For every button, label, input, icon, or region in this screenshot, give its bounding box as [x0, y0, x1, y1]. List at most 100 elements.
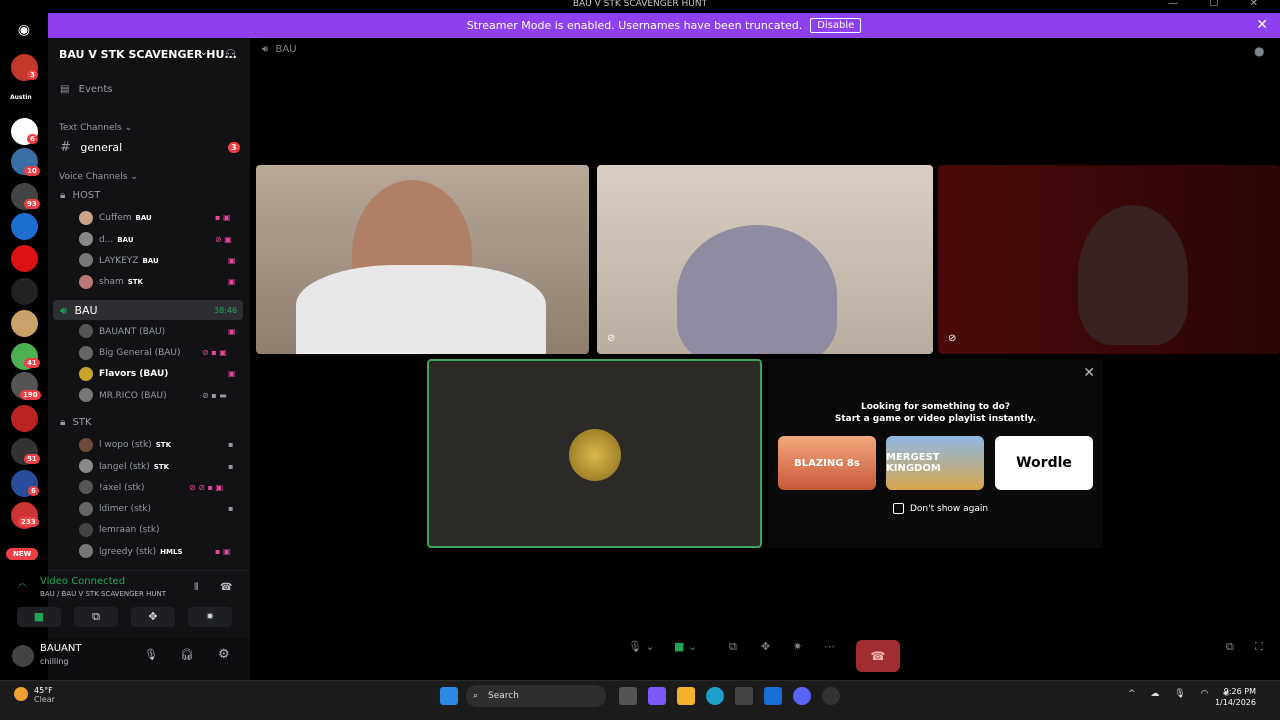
call-header: 🔊︎ BAU [262, 44, 297, 55]
voice-member[interactable]: Flavors (BAU) [99, 369, 168, 379]
video-tile[interactable] [256, 165, 589, 354]
voice-channel-host[interactable]: 🔒︎ HOST [60, 190, 100, 201]
avatar [79, 459, 93, 473]
category-text-channels[interactable]: Text Channels ⌄ [59, 123, 132, 133]
screen-share-button[interactable]: ⧉ [74, 607, 118, 627]
discord-taskbar-icon[interactable] [793, 687, 811, 705]
discord-home-icon[interactable]: ◉ [11, 20, 37, 40]
outlook-icon[interactable] [764, 687, 782, 705]
window-controls[interactable]: — ☐ ✕ [1168, 0, 1272, 9]
server-icon-austin[interactable]: Austin [10, 94, 32, 101]
game-card-mergest-kingdom[interactable]: MERGEST KINGDOM [886, 436, 984, 490]
weather-widget[interactable]: 45°F Clear [34, 686, 55, 704]
avatar [79, 346, 93, 360]
connection-location[interactable]: BAU / BAU V STK SCAVENGER HUNT [40, 590, 166, 598]
user-avatar [569, 429, 621, 481]
video-tile[interactable]: ⊘ [597, 165, 933, 354]
date: 1/14/2026 [1214, 698, 1256, 707]
self-video-tile[interactable] [427, 359, 762, 548]
video-tile[interactable]: ⊘ [938, 165, 1280, 354]
chevron-down-icon[interactable]: ⌄ [200, 48, 208, 58]
app-icon[interactable] [822, 687, 840, 705]
voice-member[interactable]: Big General (BAU) [99, 348, 181, 358]
clock[interactable]: 9:26 PM 1/14/2026 [1215, 686, 1256, 708]
activities-button[interactable]: ✥ [131, 607, 175, 627]
server-icon[interactable] [11, 278, 38, 305]
file-explorer-icon[interactable] [677, 687, 695, 705]
voice-member[interactable]: lemraan (stk) [99, 525, 160, 535]
taskbar-search[interactable]: ⌕ Search [466, 685, 606, 707]
voice-member[interactable]: d... BAU [99, 235, 134, 245]
start-icon[interactable] [440, 687, 458, 705]
mention-badge: 3 [228, 142, 240, 153]
chat-icon[interactable]: ● [1254, 44, 1264, 58]
guild-name[interactable]: BAU V STK SCAVENGER HU... [59, 48, 237, 61]
avatar [79, 275, 93, 289]
end-call-button[interactable]: ☎ [856, 640, 900, 672]
microphone-icon[interactable]: 🎙︎ [144, 648, 158, 661]
close-icon[interactable]: ✕ [1083, 365, 1095, 381]
camera-button[interactable]: ■ [17, 607, 61, 627]
voice-member[interactable]: sham STK [99, 277, 143, 287]
stream-icon: ▣ [228, 277, 236, 286]
signal-icon[interactable]: ◠ [18, 582, 27, 593]
store-icon[interactable] [735, 687, 753, 705]
popout-icon[interactable]: ⧉ [1226, 640, 1234, 672]
voice-channel-bau[interactable]: 🔊︎ BAU [60, 304, 98, 318]
connection-status[interactable]: Video Connected [40, 576, 125, 587]
more-icon[interactable]: ⋯ [824, 640, 835, 672]
events-item[interactable]: ▤ Events [60, 84, 113, 95]
voice-member[interactable]: langel (stk) STK [99, 462, 169, 472]
microphone-button[interactable]: 🎙︎ ⌄ [628, 640, 655, 672]
copilot-icon[interactable] [648, 687, 666, 705]
task-view-icon[interactable] [619, 687, 637, 705]
streamer-mode-banner: Streamer Mode is enabled. Usernames have… [48, 13, 1280, 38]
user-avatar[interactable] [12, 645, 34, 667]
close-icon[interactable]: ✕ [1256, 17, 1268, 33]
server-icon[interactable] [11, 405, 38, 432]
disconnect-icon[interactable]: ☎ [220, 582, 232, 593]
voice-member[interactable]: Cuffem BAU [99, 213, 152, 223]
channel-general[interactable]: # general [60, 140, 122, 155]
server-badge: 93 [24, 199, 40, 209]
server-icon[interactable] [11, 245, 38, 272]
camera-icon: ⊘ ▣ [215, 235, 232, 244]
stream-icon: ▪ ▣ [215, 547, 231, 556]
gear-icon[interactable]: ⚙ [218, 647, 230, 662]
game-card-wordle[interactable]: Wordle [995, 436, 1093, 490]
voice-member[interactable]: LAYKEYZ BAU [99, 256, 159, 266]
member-name: lgreedy (stk) [99, 547, 157, 557]
headphones-icon[interactable]: 🎧︎ [180, 648, 194, 661]
voice-member[interactable]: lgreedy (stk) HMLS [99, 547, 182, 557]
activities-button[interactable]: ✥ [761, 640, 770, 672]
member-name: LAYKEYZ [99, 256, 139, 266]
participant-video [677, 225, 837, 354]
camera-button[interactable]: ■ ⌄ [674, 640, 697, 672]
voice-member[interactable]: BAUANT (BAU) [99, 327, 165, 337]
fullscreen-icon[interactable]: ⛶ [1255, 640, 1263, 672]
game-card-blazing-8s[interactable]: BLAZING 8s [778, 436, 876, 490]
add-member-icon[interactable]: ⚇ [225, 47, 236, 61]
edge-icon[interactable] [706, 687, 724, 705]
member-name: Cuffem [99, 213, 132, 223]
user-name[interactable]: BAUANT [40, 643, 81, 654]
disable-button[interactable]: Disable [810, 18, 862, 33]
screen-share-button[interactable]: ⧉ [729, 640, 737, 672]
voice-channel-stk[interactable]: 🔒︎ STK [60, 417, 92, 428]
voice-member[interactable]: !axel (stk) [99, 483, 145, 493]
noise-suppression-icon[interactable]: ⦀ [194, 582, 198, 593]
voice-member[interactable]: l wopo (stk) STK [99, 440, 171, 450]
server-icon[interactable] [11, 213, 38, 240]
voice-member[interactable]: ldimer (stk) [99, 504, 151, 514]
dont-show-again[interactable]: Don't show again [893, 503, 988, 514]
checkbox[interactable] [893, 503, 904, 514]
lock-icon: 🔒︎ [60, 190, 66, 201]
avatar [79, 388, 93, 402]
category-voice-channels[interactable]: Voice Channels ⌄ [59, 172, 138, 182]
voice-member[interactable]: MR.RICO (BAU) [99, 391, 167, 401]
soundboard-button[interactable]: ✷ [188, 607, 232, 627]
server-badge: 6 [28, 486, 39, 496]
soundboard-button[interactable]: ✷ [793, 640, 802, 672]
weather-icon[interactable] [14, 687, 28, 701]
server-icon[interactable] [11, 310, 38, 337]
